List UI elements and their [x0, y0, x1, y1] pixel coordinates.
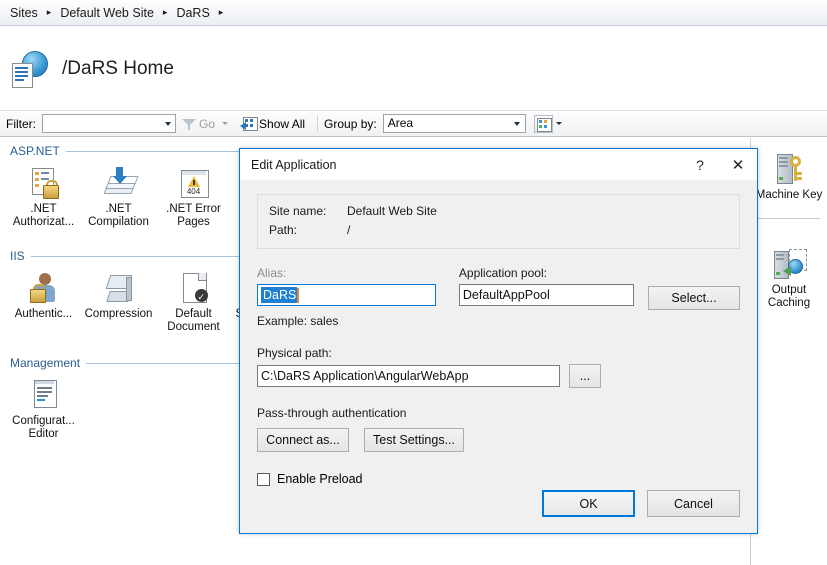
- application-pool-value: DefaultAppPool: [462, 288, 550, 302]
- path-label: Path:: [269, 223, 298, 237]
- page-title: /DaRS Home: [62, 57, 174, 79]
- feature-tile-net-authorization[interactable]: .NET Authorizat...: [6, 166, 81, 229]
- view-style-button[interactable]: [533, 114, 562, 133]
- site-name-value: Default Web Site: [347, 204, 437, 218]
- physical-path-section: Physical path: C:\DaRS Application\Angul…: [257, 346, 740, 388]
- close-icon[interactable]: ✕: [719, 150, 757, 180]
- chevron-down-icon[interactable]: [510, 115, 525, 132]
- breadcrumb-separator: ▸: [162, 7, 168, 17]
- physical-path-label: Physical path:: [257, 346, 332, 360]
- text-caret: [297, 287, 300, 303]
- path-value: /: [347, 223, 351, 237]
- site-info-box: Site name: Default Web Site Path: /: [257, 194, 740, 249]
- machine-key-icon: [772, 152, 806, 186]
- chevron-down-icon[interactable]: [160, 115, 175, 132]
- group-by-value: Area: [387, 116, 414, 130]
- browse-physical-path-button[interactable]: ...: [569, 364, 601, 388]
- feature-tile-net-error-pages[interactable]: 404 .NET Error Pages: [156, 166, 231, 229]
- select-app-pool-button[interactable]: Select...: [648, 286, 740, 310]
- breadcrumb-separator: ▸: [218, 7, 224, 17]
- feature-tile-label: Configurat... Editor: [12, 415, 75, 440]
- toolbar-divider: [317, 115, 319, 132]
- configuration-editor-icon: [27, 378, 61, 412]
- application-pool-input[interactable]: DefaultAppPool: [458, 284, 634, 306]
- filter-input[interactable]: [42, 114, 176, 133]
- physical-path-value: C:\DaRS Application\AngularWebApp: [261, 369, 469, 383]
- alias-label: Alias:: [257, 266, 287, 280]
- feature-view-right-column: Machine Key Output Caching: [750, 138, 827, 565]
- chevron-down-icon[interactable]: [555, 122, 562, 125]
- feature-tile-label: .NET Authorizat...: [12, 203, 75, 228]
- feature-tile-authentication[interactable]: Authentic...: [6, 271, 81, 334]
- group-by-select[interactable]: Area: [382, 114, 526, 133]
- alias-input-value: DaRS: [261, 287, 298, 303]
- net-error-pages-icon: 404: [177, 166, 211, 200]
- connect-as-button[interactable]: Connect as...: [257, 428, 349, 452]
- group-header-label: Management: [10, 356, 81, 370]
- feature-tile-label: Machine Key: [755, 189, 823, 201]
- show-all-button[interactable]: Show All: [237, 116, 308, 132]
- site-name-row: Site name: Default Web Site: [269, 202, 728, 221]
- feature-tile-default-document[interactable]: ✓ Default Document: [156, 271, 231, 334]
- show-all-icon: [240, 116, 259, 131]
- feature-tile-label: .NET Error Pages: [166, 203, 221, 228]
- site-name-label: Site name:: [269, 204, 327, 218]
- cancel-button[interactable]: Cancel: [647, 490, 740, 517]
- path-row: Path: /: [269, 221, 728, 240]
- go-button[interactable]: Go: [179, 116, 231, 132]
- authentication-icon: [27, 271, 61, 305]
- show-all-label: Show All: [259, 116, 306, 131]
- feature-tile-compression[interactable]: Compression: [81, 271, 156, 334]
- help-icon[interactable]: ?: [681, 150, 719, 180]
- enable-preload-checkbox[interactable]: [257, 472, 270, 486]
- dialog-footer: OK Cancel: [542, 490, 740, 517]
- alias-input[interactable]: DaRS: [257, 284, 436, 306]
- filter-toolbar: Filter: Go Show All Group by: Area: [0, 110, 827, 137]
- feature-tile-label: Default Document: [167, 308, 220, 333]
- breadcrumb-item-dars[interactable]: DaRS: [174, 5, 211, 21]
- group-header-label: IIS: [10, 249, 25, 263]
- breadcrumb-item-default-web-site[interactable]: Default Web Site: [58, 5, 156, 21]
- feature-tile-output-caching[interactable]: Output Caching: [751, 219, 827, 310]
- passthrough-section: Pass-through authentication Connect as..…: [257, 406, 740, 452]
- test-settings-button[interactable]: Test Settings...: [364, 428, 464, 452]
- feature-tile-label: Compression: [84, 308, 153, 320]
- feature-tile-configuration-editor[interactable]: Configurat... Editor: [6, 378, 81, 441]
- breadcrumb-separator: ▸: [46, 7, 52, 17]
- dialog-titlebar: Edit Application ? ✕: [240, 149, 757, 180]
- feature-tile-label: Output Caching: [767, 284, 811, 309]
- feature-tile-net-compilation[interactable]: .NET Compilation: [81, 166, 156, 229]
- page-header: /DaRS Home: [0, 27, 827, 110]
- dialog-body: Site name: Default Web Site Path: / Alia…: [240, 180, 757, 533]
- physical-path-input[interactable]: C:\DaRS Application\AngularWebApp: [257, 365, 560, 387]
- enable-preload-row[interactable]: Enable Preload: [257, 472, 740, 486]
- edit-application-dialog: Edit Application ? ✕ Site name: Default …: [239, 148, 758, 534]
- output-caching-icon: [772, 247, 807, 281]
- feature-tile-label: Authentic...: [14, 308, 73, 320]
- application-pool-label: Application pool:: [458, 266, 547, 280]
- group-by-label: Group by:: [324, 116, 377, 131]
- site-home-icon: [10, 49, 50, 89]
- net-authorization-icon: [27, 166, 61, 200]
- group-header-label: ASP.NET: [10, 144, 60, 158]
- chevron-down-icon[interactable]: [222, 122, 229, 125]
- feature-tile-label: .NET Compilation: [88, 203, 149, 228]
- dialog-title: Edit Application: [251, 157, 337, 172]
- funnel-icon: [182, 117, 196, 131]
- alias-example-hint: Example: sales: [257, 314, 339, 328]
- passthrough-authentication-label: Pass-through authentication: [257, 406, 407, 420]
- ok-button[interactable]: OK: [542, 490, 635, 517]
- feature-tile-machine-key[interactable]: Machine Key: [751, 138, 827, 202]
- net-compilation-icon: [102, 166, 138, 200]
- filter-label: Filter:: [6, 116, 36, 131]
- default-document-icon: ✓: [177, 271, 211, 305]
- breadcrumb-item-sites[interactable]: Sites: [8, 5, 40, 21]
- breadcrumb: Sites ▸ Default Web Site ▸ DaRS ▸: [0, 0, 827, 26]
- view-style-icon: [533, 114, 553, 133]
- alias-pool-row: Alias: DaRS Application pool: DefaultApp…: [257, 266, 740, 310]
- go-label: Go: [199, 116, 216, 131]
- enable-preload-label: Enable Preload: [277, 472, 363, 486]
- compression-icon: [102, 271, 136, 305]
